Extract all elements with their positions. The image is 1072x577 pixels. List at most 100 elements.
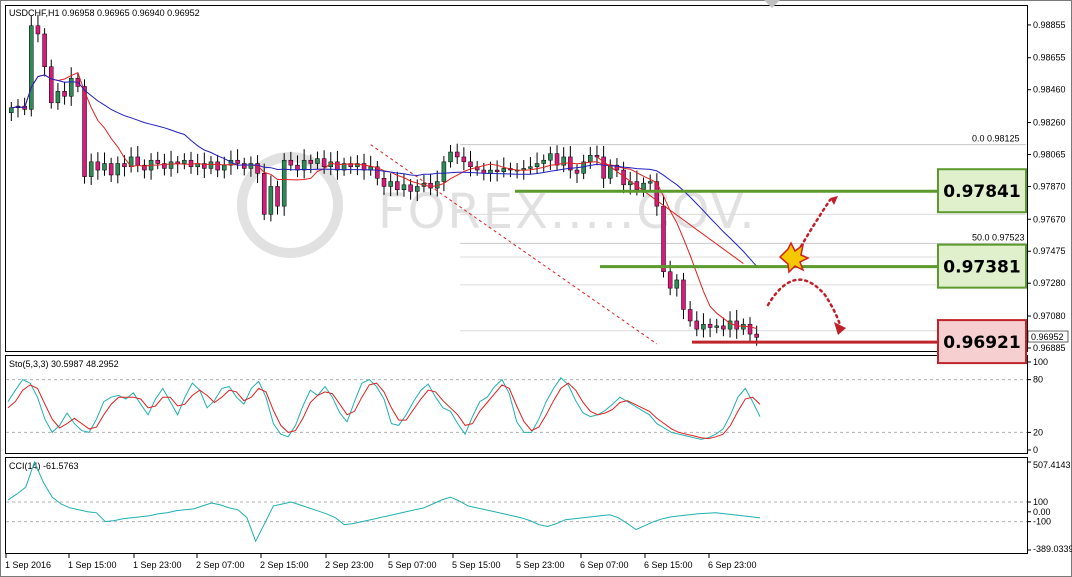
candle-body <box>388 181 393 187</box>
fib-label: 50.0 0.97523 <box>972 232 1025 242</box>
candle-body <box>315 158 320 164</box>
candle-body <box>281 159 287 207</box>
candle-body <box>35 25 41 35</box>
candle-body <box>541 159 546 164</box>
time-tick-label: 1 Sep 2016 <box>5 560 51 570</box>
cci-tick-label: -100 <box>1033 517 1051 527</box>
chart-window: FOREX.....COV. USDCHF,H1 0.96958 0.96965… <box>0 0 1072 577</box>
candle-body <box>222 164 227 171</box>
price-tick-label: 0.97475 <box>1033 246 1066 256</box>
candle-body <box>115 163 121 176</box>
cci-tick-label: 507.4143 <box>1033 460 1071 470</box>
candle-body <box>641 182 646 190</box>
candle-body <box>261 173 267 215</box>
price-tick-label: 0.98260 <box>1033 118 1066 128</box>
candle-body <box>461 156 467 163</box>
candle-body <box>448 151 453 163</box>
time-tick-label: 5 Sep 15:00 <box>452 560 501 570</box>
candle-body <box>102 163 107 171</box>
candle-body <box>155 159 160 164</box>
sto-tick-label: 20 <box>1033 427 1043 437</box>
candle-body <box>647 181 653 184</box>
price-tick-label: 0.97870 <box>1033 181 1066 191</box>
time-tick-label: 6 Sep 23:00 <box>708 560 757 570</box>
candle-body <box>701 323 706 330</box>
time-tick-label: 5 Sep 23:00 <box>516 560 565 570</box>
time-tick-label: 6 Sep 07:00 <box>580 560 629 570</box>
candle-body <box>408 184 413 192</box>
candle-body <box>62 91 67 97</box>
candle-body <box>441 161 447 182</box>
time-tick-label: 1 Sep 23:00 <box>133 560 182 570</box>
window-border <box>0 0 1072 577</box>
candle-body <box>454 151 460 158</box>
level-label: 0.97841 <box>943 182 1020 202</box>
sto-tick-label: 80 <box>1033 375 1043 385</box>
candle-body <box>681 279 686 310</box>
candle-body <box>494 169 500 172</box>
candle-body <box>88 161 94 177</box>
candle-body <box>308 159 314 164</box>
candle-body <box>188 159 194 168</box>
stochastic-header: Sto(5,3,3) 30.5987 48.2952 <box>9 359 119 369</box>
candle-body <box>554 153 560 166</box>
candle-body <box>49 66 54 104</box>
candle-body <box>268 186 274 215</box>
candle-body <box>667 271 673 289</box>
candle-body <box>661 205 666 272</box>
price-tick-label: 0.98065 <box>1033 149 1066 159</box>
time-tick-label: 2 Sep 15:00 <box>260 560 309 570</box>
candle-body <box>548 153 553 161</box>
sto-tick-label: 100 <box>1033 357 1048 367</box>
candle-body <box>215 161 220 171</box>
candle-body <box>395 181 400 190</box>
price-tick-label: 0.98855 <box>1033 20 1066 30</box>
candle-body <box>335 161 340 171</box>
candle-body <box>208 161 214 169</box>
candle-body <box>82 86 87 177</box>
candle-body <box>168 161 174 169</box>
candle-body <box>235 159 240 164</box>
fib-label: 0.0 0.98125 <box>972 134 1020 144</box>
time-tick-label: 2 Sep 23:00 <box>325 560 374 570</box>
candle-body <box>108 163 114 176</box>
candle-body <box>135 156 141 166</box>
time-tick-label: 1 Sep 15:00 <box>68 560 117 570</box>
cci-tick-label: -389.0339 <box>1033 544 1072 554</box>
candle-body <box>594 155 600 158</box>
cci-header: CCI(14) -61.5763 <box>9 461 79 471</box>
candle-body <box>528 166 533 169</box>
candle-body <box>488 169 493 174</box>
candle-body <box>29 25 34 110</box>
candle-body <box>321 158 327 168</box>
candle-body <box>468 161 473 168</box>
level-label: 0.96921 <box>943 333 1020 353</box>
candle-body <box>714 325 719 328</box>
price-tick-label: 0.96885 <box>1033 343 1066 353</box>
candle-body <box>534 163 540 168</box>
time-tick-label: 5 Sep 07:00 <box>388 560 437 570</box>
candle-body <box>694 320 700 330</box>
price-tick-label: 0.97280 <box>1033 278 1066 288</box>
sto-tick-label: 0 <box>1033 445 1038 455</box>
time-tick-label: 2 Sep 07:00 <box>196 560 245 570</box>
candle-body <box>9 107 14 113</box>
candle-body <box>574 169 580 174</box>
candle-body <box>301 159 307 171</box>
candle-body <box>754 333 759 338</box>
candle-body <box>588 155 593 163</box>
candle-body <box>415 186 420 192</box>
candle-body <box>42 33 47 67</box>
price-tick-label: 0.98655 <box>1033 53 1066 63</box>
candle-body <box>687 309 693 322</box>
candle-body <box>721 325 726 330</box>
candle-body <box>747 323 753 335</box>
candle-body <box>707 323 713 328</box>
price-tick-label: 0.97670 <box>1033 214 1066 224</box>
candle-body <box>248 163 254 169</box>
candle-body <box>95 161 101 171</box>
candle-body <box>381 178 387 187</box>
chart-svg[interactable]: FOREX.....COV. USDCHF,H1 0.96958 0.96965… <box>0 0 1072 577</box>
candle-body <box>182 159 187 164</box>
candle-body <box>122 163 127 168</box>
